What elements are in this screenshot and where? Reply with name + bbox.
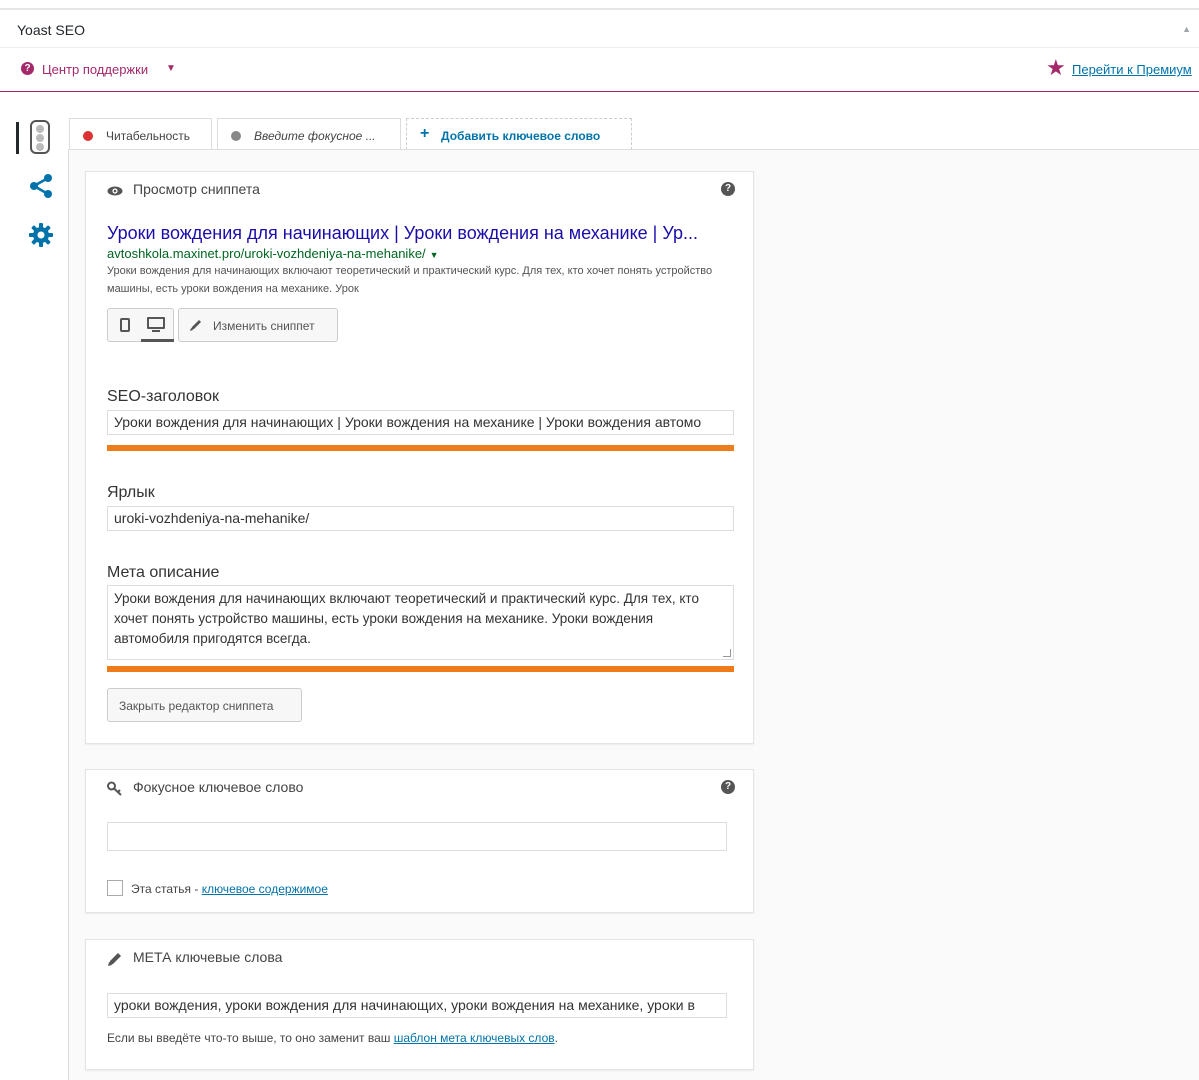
meta-keywords-heading: МЕТА ключевые слова xyxy=(133,949,283,965)
readability-status-dot xyxy=(83,131,93,141)
cornerstone-checkbox[interactable] xyxy=(107,880,123,896)
resize-handle-icon[interactable] xyxy=(723,649,731,657)
focus-keyword-input[interactable] xyxy=(107,822,727,851)
key-icon xyxy=(107,781,122,796)
traffic-light-lamp xyxy=(36,143,44,151)
edit-snippet-button[interactable]: Изменить сниппет xyxy=(178,308,338,342)
serp-title: Уроки вождения для начинающих | Уроки во… xyxy=(107,223,698,243)
tab-focus-keyword[interactable]: Введите фокусное ... xyxy=(217,118,401,150)
serp-url-text: avtoshkola.maxinet.pro/uroki-vozhdeniya-… xyxy=(107,246,426,261)
traffic-light-icon[interactable] xyxy=(30,120,50,154)
serp-url: avtoshkola.maxinet.pro/uroki-vozhdeniya-… xyxy=(107,246,439,261)
metabox-title: Yoast SEO xyxy=(17,22,85,38)
help-center-bar: ? Центр поддержки ▼ ★ Перейти к Премиум xyxy=(0,48,1199,92)
serp-description: Уроки вождения для начинающих включают т… xyxy=(107,265,713,295)
pencil-icon xyxy=(108,953,121,966)
question-circle-icon[interactable]: ? xyxy=(721,780,735,794)
tab-readability[interactable]: Читабельность xyxy=(69,118,212,150)
cornerstone-link[interactable]: ключевое содержимое xyxy=(202,882,328,896)
traffic-light-lamp xyxy=(36,134,44,142)
snippet-preview-heading: Просмотр сниппета xyxy=(133,181,260,197)
question-circle-icon[interactable]: ? xyxy=(21,62,34,75)
meta-keywords-card: МЕТА ключевые слова уроки вождения, урок… xyxy=(85,939,754,1070)
meta-keywords-note-suffix: . xyxy=(554,1031,558,1045)
meta-description-label: Мета описание xyxy=(107,564,220,581)
cornerstone-prefix: Эта статья - xyxy=(131,882,202,896)
desktop-stand xyxy=(152,330,160,332)
slug-label: Ярлык xyxy=(107,484,155,501)
tab-readability-label: Читабельность xyxy=(106,129,191,143)
meta-keywords-input[interactable]: уроки вождения, уроки вождения для начин… xyxy=(107,993,727,1018)
seo-title-input[interactable]: Уроки вождения для начинающих | Уроки во… xyxy=(107,410,734,435)
metabox-header[interactable]: Yoast SEO ▲ xyxy=(0,10,1199,48)
help-center-button[interactable]: Центр поддержки xyxy=(42,62,148,77)
close-snippet-editor-button[interactable]: Закрыть редактор сниппета xyxy=(107,688,302,722)
meta-description-textarea[interactable]: Уроки вождения для начинающих включают т… xyxy=(107,585,734,660)
seo-title-label: SEO-заголовок xyxy=(107,388,220,405)
gear-icon[interactable] xyxy=(28,222,54,248)
meta-keywords-template-link[interactable]: шаблон мета ключевых слов xyxy=(394,1031,555,1045)
focus-status-dot xyxy=(231,131,241,141)
meta-keywords-note-prefix: Если вы введёте что-то выше, то оно заме… xyxy=(107,1031,394,1045)
active-mode-underline xyxy=(141,339,174,342)
desktop-icon[interactable] xyxy=(147,317,165,329)
star-icon: ★ xyxy=(1046,55,1066,80)
focus-keyword-heading: Фокусное ключевое слово xyxy=(133,779,304,795)
close-snippet-editor-label: Закрыть редактор сниппета xyxy=(119,699,274,713)
edit-snippet-label: Изменить сниппет xyxy=(213,319,315,333)
preview-mode-toggle[interactable] xyxy=(107,308,174,342)
caret-down-icon[interactable]: ▼ xyxy=(166,63,176,74)
plus-icon: + xyxy=(420,125,430,142)
add-keyword-label: Добавить ключевое слово xyxy=(441,129,601,143)
focus-keyword-card: Фокусное ключевое слово ? Эта статья - к… xyxy=(85,769,754,913)
go-premium-link[interactable]: Перейти к Премиум xyxy=(1072,62,1192,77)
cornerstone-label: Эта статья - ключевое содержимое xyxy=(131,882,328,896)
pencil-icon xyxy=(190,320,201,331)
meta-description-text: Уроки вождения для начинающих включают т… xyxy=(114,591,699,646)
meta-keywords-note: Если вы введёте что-то выше, то оно заме… xyxy=(107,1031,558,1045)
caret-down-icon: ▼ xyxy=(429,250,439,260)
seo-title-progress-bar xyxy=(107,445,734,451)
tab-focus-keyword-label: Введите фокусное ... xyxy=(254,129,376,143)
add-keyword-tab[interactable]: + Добавить ключевое слово xyxy=(406,118,632,150)
share-icon[interactable] xyxy=(28,173,54,199)
meta-description-progress-bar xyxy=(107,666,734,672)
slug-input[interactable]: uroki-vozhdeniya-na-mehanike/ xyxy=(107,506,734,531)
traffic-light-lamp xyxy=(36,125,44,133)
sidebar-active-indicator xyxy=(16,122,19,154)
collapse-arrow-icon[interactable]: ▲ xyxy=(1182,24,1191,34)
snippet-preview-card: Просмотр сниппета ? Уроки вождения для н… xyxy=(85,171,754,744)
mobile-icon[interactable] xyxy=(120,318,130,332)
question-circle-icon[interactable]: ? xyxy=(721,182,735,196)
eye-icon xyxy=(107,186,123,196)
